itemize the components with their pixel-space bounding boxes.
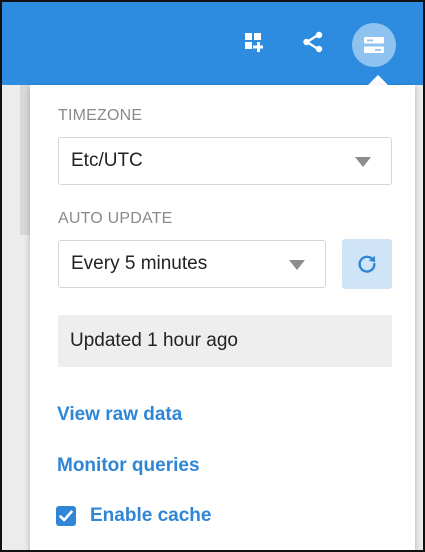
top-toolbar [2, 2, 423, 85]
monitor-queries-link[interactable]: Monitor queries [57, 455, 200, 477]
enable-cache-toggle[interactable]: Enable cache [56, 505, 211, 527]
settings-panel-icon [364, 37, 384, 53]
settings-dropdown-panel: TIMEZONE Etc/UTC AUTO UPDATE Every 5 min… [30, 85, 415, 550]
view-raw-data-link[interactable]: View raw data [57, 404, 182, 426]
add-widget-button[interactable] [238, 26, 270, 58]
page-background-strip [20, 85, 30, 235]
auto-update-value: Every 5 minutes [71, 253, 208, 274]
app-frame: TIMEZONE Etc/UTC AUTO UPDATE Every 5 min… [0, 0, 425, 552]
chevron-down-icon [355, 157, 371, 167]
enable-cache-label: Enable cache [90, 505, 212, 526]
refresh-button[interactable] [342, 239, 392, 289]
chevron-down-icon [289, 260, 305, 270]
share-button[interactable] [297, 26, 329, 58]
refresh-icon [358, 255, 376, 273]
auto-update-label: AUTO UPDATE [58, 210, 173, 227]
settings-panel-button[interactable] [352, 23, 396, 67]
timezone-select[interactable]: Etc/UTC [58, 137, 392, 185]
share-icon [303, 31, 323, 53]
enable-cache-checkbox[interactable] [56, 506, 76, 526]
checkmark-icon [59, 510, 73, 522]
timezone-label: TIMEZONE [58, 107, 143, 124]
timezone-value: Etc/UTC [71, 150, 143, 171]
auto-update-select[interactable]: Every 5 minutes [58, 240, 326, 288]
status-text: Updated 1 hour ago [70, 330, 238, 351]
last-updated-status: Updated 1 hour ago [58, 315, 392, 367]
add-widget-icon [245, 33, 263, 52]
